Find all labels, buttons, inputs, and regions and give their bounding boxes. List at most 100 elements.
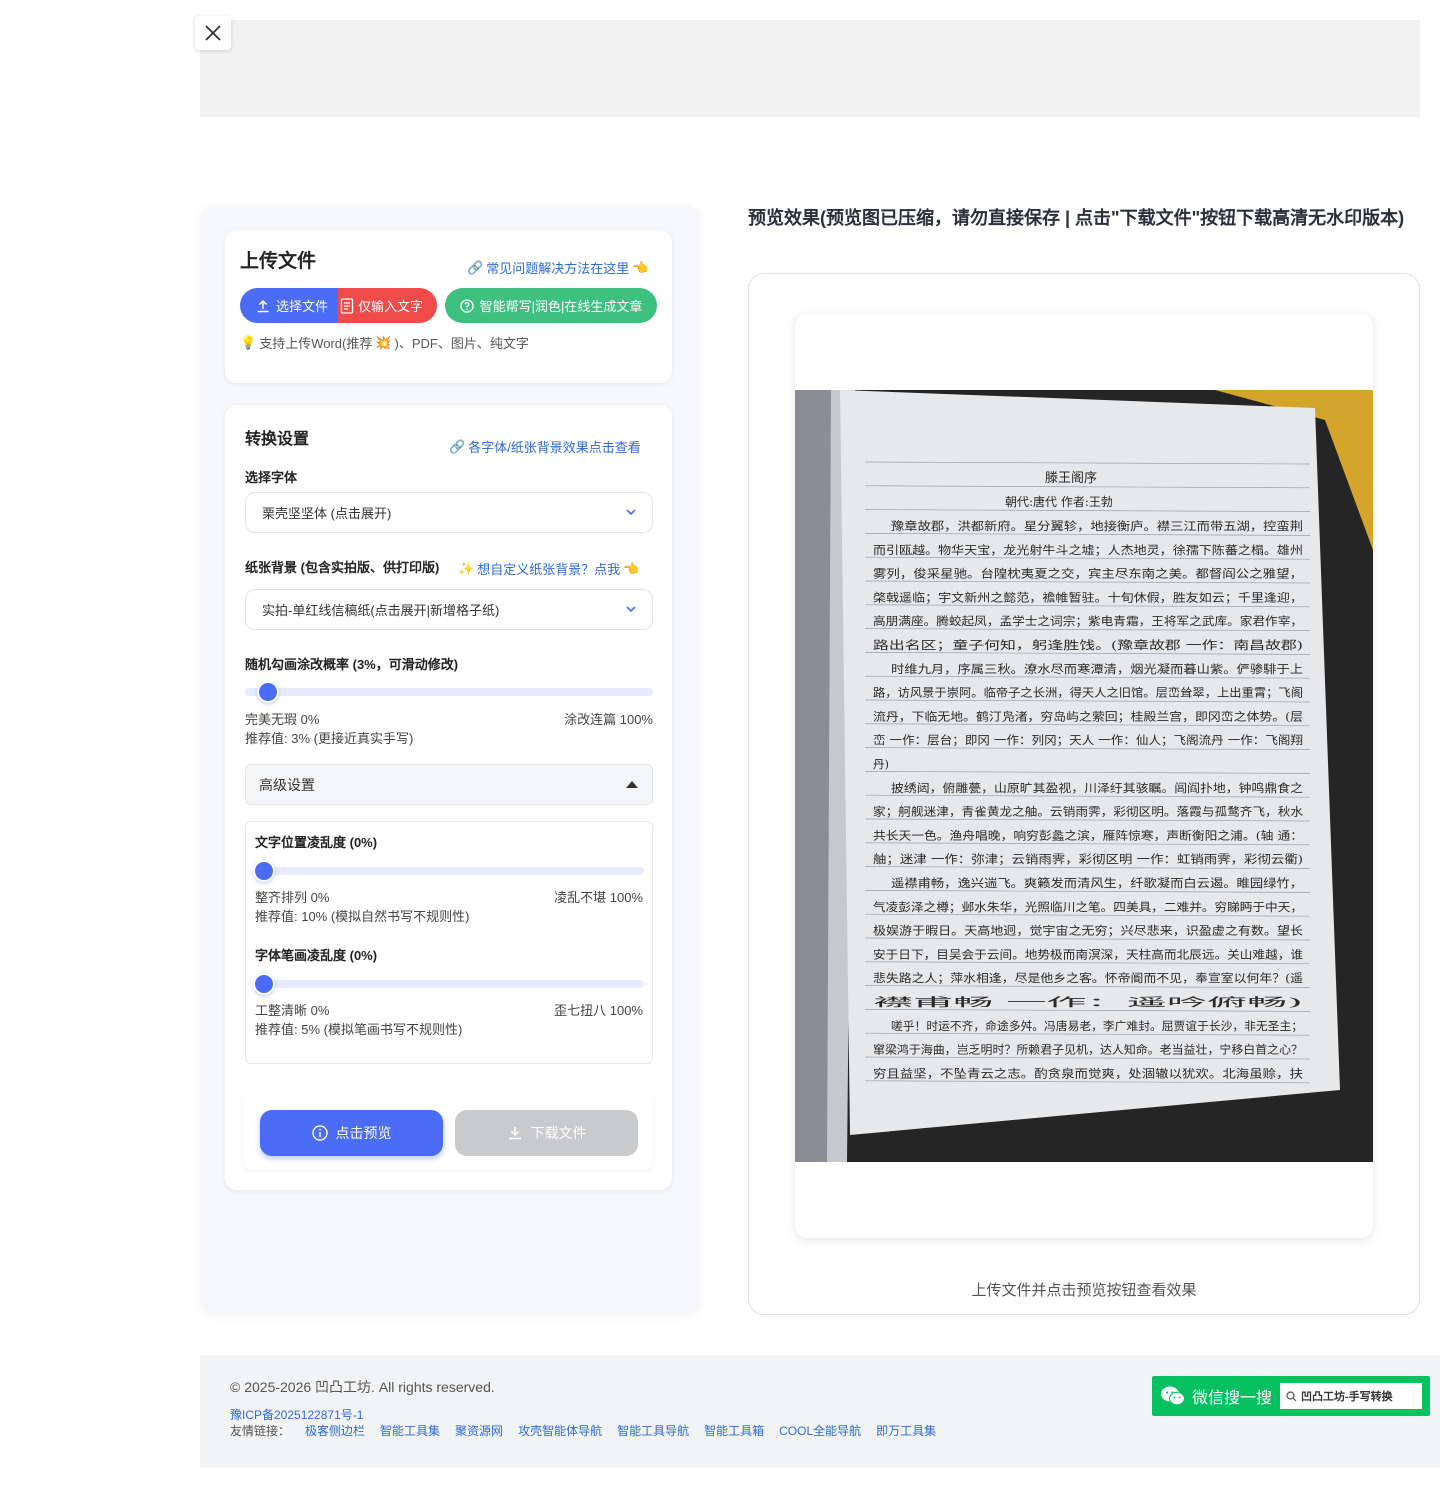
- handwriting-line: 悲失路之人；萍水相逢，尽是他乡之客。怀帝阍而不见，奉宣室以何年？(遥: [873, 971, 1304, 985]
- handwriting-line: 安于日下，目吴会于云间。地势极而南溟深，天柱高而北辰远。关山难越，谁: [873, 947, 1304, 961]
- handwriting-line: 嗟乎！时运不齐，命途多舛。冯唐易老，李广难封。屈贾谊于长沙，非无圣主；: [891, 1019, 1303, 1033]
- handwriting-line: 遥襟甫畅，逸兴遄飞。爽籁发而清风生，纤歌凝而白云遏。睢园绿竹，: [891, 876, 1303, 890]
- advanced-settings-panel: 文字位置凌乱度 (0%) 整齐排列 0% 凌乱不堪 100% 推荐值: 10% …: [245, 821, 653, 1064]
- friend-link[interactable]: 攻壳智能体导航: [518, 1422, 602, 1439]
- font-select[interactable]: 栗壳坚坚体 (点击展开): [245, 492, 653, 533]
- caret-up-icon: [626, 781, 638, 788]
- text-only-label: 仅输入文字: [358, 299, 424, 314]
- friend-link[interactable]: 极客侧边栏: [305, 1422, 365, 1439]
- scribble-min: 完美无瑕 0%: [245, 712, 320, 727]
- preview-button[interactable]: 点击预览: [260, 1110, 443, 1156]
- ai-write-label: 智能帮写|润色|在线生成文章: [479, 299, 643, 314]
- preview-title: 预览效果(预览图已压缩，请勿直接保存 | 点击"下载文件"按钮下载高清无水印版本…: [748, 208, 1405, 228]
- preview-button-label: 点击预览: [335, 1125, 392, 1141]
- wechat-icon: [1161, 1386, 1185, 1406]
- friend-link[interactable]: 智能工具导航: [617, 1422, 689, 1439]
- handwriting-line: 披绣闼，俯雕甍，山原旷其盈视，川泽纡其骇瞩。闾阎扑地，钟鸣鼎食之: [891, 781, 1304, 795]
- scribble-slider[interactable]: [245, 681, 653, 703]
- support-prefix: 支持上传Word(推荐: [259, 336, 373, 351]
- handwriting-line: 襟甫畅 一作：遥吟俯畅): [873, 995, 1303, 1009]
- search-icon: [1286, 1390, 1297, 1401]
- handwriting-line: 高朋满座。腾蛟起凤，孟学士之词宗；紫电青霜，王将军之武库。家君作宰，: [873, 614, 1303, 628]
- handwriting-line: 豫章故郡，洪都新府。星分翼轸，地接衡庐。襟三江而带五湖，控蛮荆: [891, 519, 1303, 533]
- advanced-settings-toggle[interactable]: 高级设置: [245, 764, 653, 805]
- friend-link[interactable]: 聚资源网: [455, 1422, 503, 1439]
- paper-label: 纸张背景 (包含实拍版、供打印版): [245, 560, 440, 575]
- friend-links-label: 友情链接：: [230, 1424, 291, 1438]
- handwriting-line: 极娱游于暇日。天高地迥，觉宇宙之无穷；兴尽悲来，识盈虚之有数。望长: [873, 924, 1304, 938]
- close-button[interactable]: [195, 16, 231, 50]
- effect-link[interactable]: 🔗 各字体/纸张背景效果点击查看: [449, 437, 641, 456]
- font-select-value: 栗壳坚坚体 (点击展开): [262, 506, 392, 521]
- friend-link[interactable]: COOL全能导航: [779, 1422, 861, 1439]
- scribble-slider-handle[interactable]: [257, 681, 280, 703]
- faq-link[interactable]: 🔗 常见问题解决方法在这里 👈: [467, 258, 648, 277]
- lightbulb-icon: 💡: [240, 334, 257, 350]
- info-icon: [311, 1125, 328, 1141]
- effect-link-label: 各字体/纸张背景效果点击查看: [468, 440, 641, 455]
- handwriting-line: 共长天一色。渔舟唱晚，响穷彭蠡之滨，雁阵惊寒，声断衡阳之浦。(轴 通：: [873, 828, 1303, 842]
- stroke-slider-handle[interactable]: [253, 973, 275, 995]
- stroke-slider[interactable]: [253, 973, 644, 995]
- handwriting-line: 路出名区；童子何知，躬逢胜饯。(豫章故郡 一作：南昌故郡): [873, 638, 1303, 652]
- support-text: 💡 支持上传Word(推荐 💥 )、PDF、图片、纯文字: [240, 333, 529, 352]
- paper-select-value: 实拍-单红线信稿纸(点击展开|新增格子纸): [262, 603, 500, 618]
- position-label: 文字位置凌乱度 (0%): [255, 835, 378, 850]
- scribble-recommend: 推荐值: 3% (更接近真实手写): [245, 731, 414, 746]
- scribble-max: 涂改连篇 100%: [564, 712, 653, 727]
- paper-custom-link[interactable]: ✨ 想自定义纸张背景？点我 👈: [458, 559, 639, 578]
- select-file-button[interactable]: 选择文件: [240, 288, 339, 323]
- upload-title: 上传文件: [240, 251, 317, 272]
- upload-button-group: 选择文件 仅输入文字: [240, 288, 438, 323]
- ai-write-button[interactable]: 智能帮写|润色|在线生成文章: [445, 288, 657, 323]
- upload-icon: [257, 299, 269, 312]
- download-button-label: 下载文件: [530, 1125, 587, 1141]
- handwriting-line: 舳；迷津 一作：弥津；云销雨霁，彩彻区明 一作：虹销雨霁，彩彻云衢): [873, 852, 1303, 866]
- handwriting-line: 路，访风景于崇阿。临帝子之长洲，得天人之旧馆。层峦耸翠，上出重霄；飞阁: [873, 686, 1303, 700]
- download-button[interactable]: 下载文件: [455, 1110, 638, 1156]
- handwriting-photo: 滕王阁序 朝代:唐代 作者:王勃 豫章故郡，洪都新府。星分翼轸，地接衡庐。襟三江…: [795, 390, 1373, 1162]
- copyright: © 2025-2026 凹凸工坊. All rights reserved.: [230, 1379, 495, 1395]
- wechat-search-badge[interactable]: 微信搜一搜 凹凸工坊-手写转换: [1152, 1376, 1430, 1416]
- stroke-recommend: 推荐值: 5% (模拟笔画书写不规则性): [255, 1022, 463, 1037]
- select-file-label: 选择文件: [276, 299, 329, 314]
- preview-caption: 上传文件并点击预览按钮查看效果: [971, 1282, 1197, 1299]
- wechat-search-box[interactable]: 凹凸工坊-手写转换: [1280, 1383, 1422, 1409]
- paper-select[interactable]: 实拍-单红线信稿纸(点击展开|新增格子纸): [245, 589, 653, 630]
- handwriting-line: 而引瓯越。物华天宝，龙光射牛斗之墟；人杰地灵，徐孺下陈蕃之榻。雄州: [873, 543, 1303, 557]
- font-label: 选择字体: [245, 470, 298, 485]
- icp-link[interactable]: 豫ICP备2025122871号-1: [230, 1406, 363, 1423]
- pointing-hand-icon: 👈: [632, 259, 649, 275]
- wechat-query: 凹凸工坊-手写转换: [1301, 1391, 1393, 1403]
- advanced-settings-label: 高级设置: [259, 776, 315, 793]
- handwriting-title: 滕王阁序: [1045, 471, 1097, 486]
- action-bar: 点击预览 下载文件: [243, 1090, 653, 1170]
- handwriting-line: 流丹，下临无地。鹤汀凫渚，穷岛屿之萦回；桂殿兰宫，即冈峦之体势。(层: [873, 709, 1303, 723]
- position-min: 整齐排列 0%: [255, 890, 330, 905]
- settings-title: 转换设置: [245, 431, 310, 448]
- position-recommend: 推荐值: 10% (模拟自然书写不规则性): [255, 909, 470, 924]
- chevron-down-icon: [626, 509, 636, 516]
- stroke-min: 工整清晰 0%: [255, 1003, 330, 1018]
- text-only-button[interactable]: 仅输入文字: [338, 288, 438, 323]
- handwriting-line: 丹): [873, 757, 889, 771]
- scribble-label: 随机勾画涂改概率 (3%，可滑动修改): [245, 657, 459, 672]
- document-icon: [340, 297, 354, 314]
- friend-link[interactable]: 即万工具集: [876, 1422, 936, 1439]
- stroke-label: 字体笔画凌乱度 (0%): [255, 948, 378, 963]
- position-max: 凌乱不堪 100%: [554, 890, 643, 905]
- settings-card: 转换设置 🔗 各字体/纸张背景效果点击查看 选择字体 栗壳坚坚体 (点击展开) …: [225, 405, 672, 1190]
- handwriting-line: 峦 一作：层台；即冈 一作：列冈；天人 一作：仙人；飞阁流丹 一作：飞阁翔: [873, 733, 1303, 747]
- friend-link[interactable]: 智能工具集: [380, 1422, 440, 1439]
- position-slider[interactable]: [253, 860, 644, 882]
- handwriting-line: 窜梁鸿于海曲，岂乏明时？所赖君子见机，达人知命。老当益壮，宁移白首之心？: [873, 1043, 1303, 1057]
- position-slider-handle[interactable]: [253, 860, 275, 882]
- left-panel: 上传文件 🔗 常见问题解决方法在这里 👈 选择文件 仅输入文字 智能帮写|润色|…: [200, 205, 700, 1315]
- friend-link[interactable]: 智能工具箱: [704, 1422, 764, 1439]
- stroke-max: 歪七扭八 100%: [554, 1003, 643, 1018]
- question-circle-icon: [459, 298, 474, 313]
- close-icon: [205, 25, 221, 41]
- faq-link-label: 常见问题解决方法在这里: [486, 261, 630, 276]
- friend-links: 友情链接： 极客侧边栏 智能工具集 聚资源网 攻壳智能体导航 智能工具导航 智能…: [230, 1422, 936, 1439]
- handwriting-byline: 朝代:唐代 作者:王勃: [1005, 494, 1113, 509]
